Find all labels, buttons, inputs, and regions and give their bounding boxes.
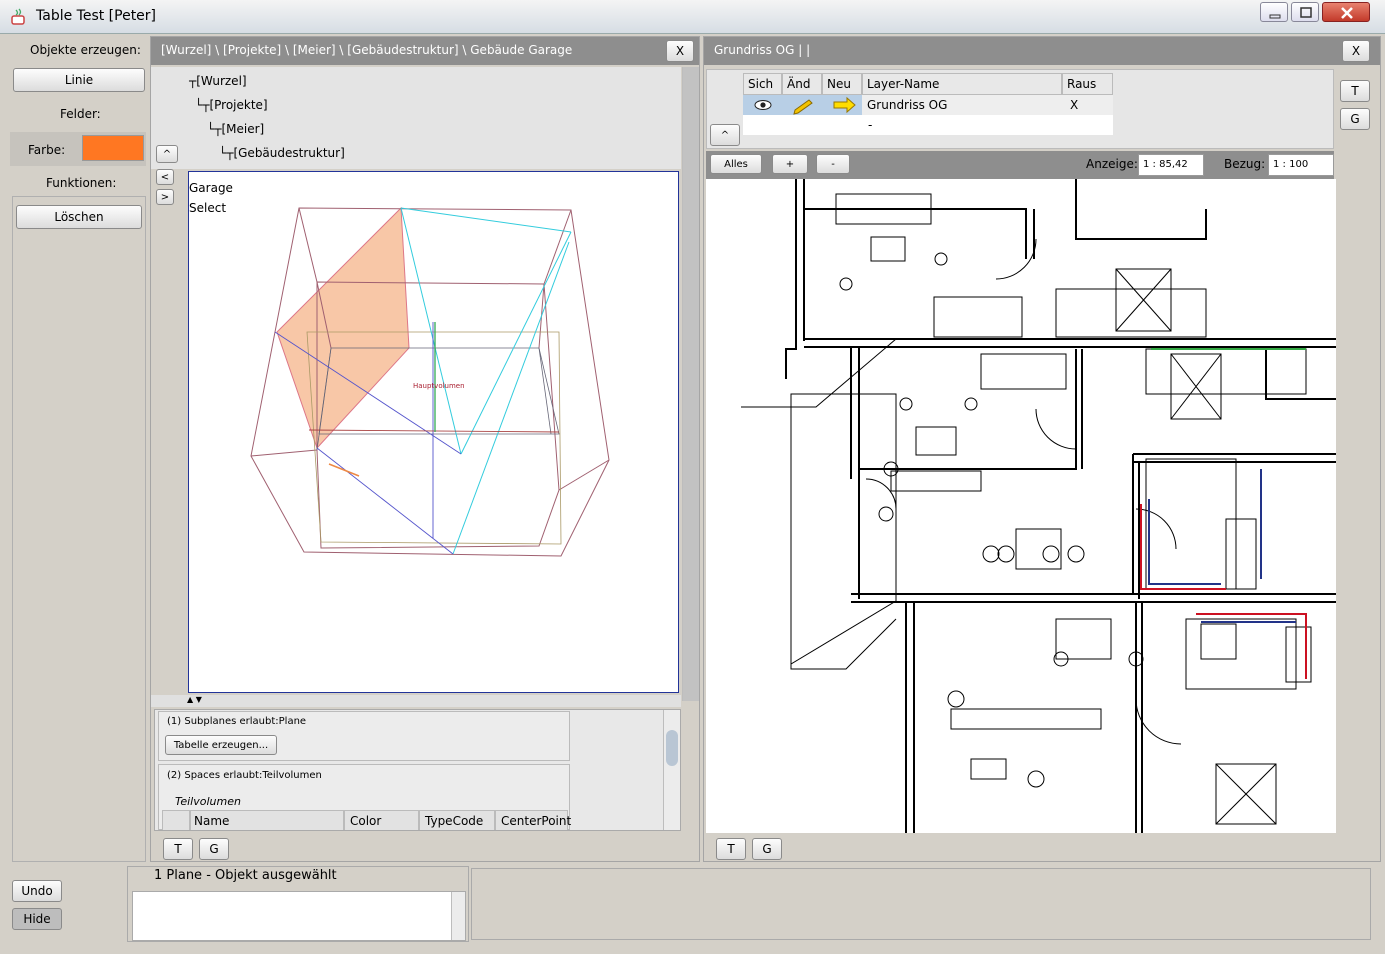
layer-table: Sich Änd Neu Layer-Name Raus Grundriss O… — [743, 73, 1113, 135]
eye-icon — [754, 100, 772, 110]
minimize-button[interactable] — [1260, 2, 1288, 22]
nav-right-button[interactable]: > — [156, 189, 174, 205]
wireframe-3d-model: Hauptvolumen — [250, 206, 610, 557]
center-close-button[interactable]: X — [666, 40, 694, 62]
layer-raus-cell[interactable] — [1062, 115, 1113, 135]
pencil-icon — [793, 99, 813, 115]
log-textarea[interactable] — [132, 891, 466, 941]
layer-raus-cell[interactable]: X — [1062, 95, 1113, 115]
create-table-button[interactable]: Tabelle erzeugen... — [165, 735, 277, 755]
zoom-out-button[interactable]: - — [816, 154, 850, 174]
right-close-button[interactable]: X — [1342, 40, 1370, 62]
java-icon — [10, 8, 28, 26]
right-gutter — [1336, 179, 1380, 833]
floor-plan-drawing — [741, 179, 1336, 833]
color-swatch[interactable] — [82, 135, 144, 161]
zoom-toolbar: Alles + - Anzeige: 1 : 85,42 Bezug: 1 : … — [706, 151, 1334, 179]
section-spaces: (2) Spaces erlaubt:Teilvolumen Teilvolum… — [158, 764, 571, 830]
column-header-empty — [162, 810, 190, 830]
layer-col-aend[interactable]: Änd — [782, 73, 822, 95]
delete-button[interactable]: Löschen — [16, 205, 142, 229]
close-icon — [1341, 7, 1353, 19]
split-arrows-icon[interactable]: ▲ ▼ — [187, 695, 202, 704]
section2-title: (2) Spaces erlaubt:Teilvolumen — [167, 770, 322, 781]
sections-scroll-thumb[interactable] — [666, 730, 678, 766]
tree-node-gebaeudestruktur[interactable]: └┬[Gebäudestruktur] — [219, 146, 345, 160]
center-t-button[interactable]: T — [163, 838, 193, 860]
tree-node-wurzel[interactable]: ┬[Wurzel] — [189, 74, 247, 88]
layer-name-cell[interactable]: - — [868, 115, 1068, 135]
column-header-centerpoint[interactable]: CenterPoint — [495, 810, 571, 830]
layer-col-neu[interactable]: Neu — [822, 73, 862, 95]
status-right-area — [471, 868, 1371, 940]
layer-row[interactable]: Grundriss OG X — [743, 95, 1113, 115]
layer-name-cell[interactable]: Grundriss OG — [862, 95, 1062, 115]
color-label: Farbe: — [28, 143, 66, 157]
display-scale-field[interactable]: 1 : 85,42 — [1138, 154, 1204, 176]
functions-label: Funktionen: — [46, 176, 117, 190]
log-scrollbar[interactable] — [451, 892, 465, 940]
view-3d[interactable]: Garage Select Hauptvolumen — [188, 171, 679, 693]
layer-row[interactable]: - — [743, 115, 1113, 135]
display-label: Anzeige: — [1086, 157, 1138, 171]
table-header: Name Color TypeCode CenterPoint — [162, 810, 571, 830]
layer-col-raus[interactable]: Raus — [1062, 73, 1113, 95]
close-window-button[interactable] — [1322, 2, 1370, 22]
nav-up-button[interactable]: ^ — [156, 145, 178, 163]
undo-button[interactable]: Undo — [12, 880, 62, 902]
title-bar: Table Test [Peter] — [0, 0, 1385, 34]
hide-button[interactable]: Hide — [12, 908, 62, 930]
right-panel-title: Grundriss OG | | — [704, 37, 1380, 65]
sidebar-inner-column — [12, 196, 146, 862]
right-t-button[interactable]: T — [716, 838, 746, 860]
tree-node-projekte[interactable]: └┬[Projekte] — [195, 98, 268, 112]
window-title: Table Test [Peter] — [36, 8, 157, 24]
column-header-color[interactable]: Color — [344, 810, 419, 830]
nav-left-button[interactable]: < — [156, 169, 174, 185]
right-panel: Grundriss OG | | X Sich Änd Neu Layer-Na… — [703, 36, 1381, 862]
breadcrumb: [Wurzel] \ [Projekte] \ [Meier] \ [Gebäu… — [151, 37, 699, 65]
center-panel: [Wurzel] \ [Projekte] \ [Meier] \ [Gebäu… — [150, 36, 700, 862]
ref-scale-field[interactable]: 1 : 100 — [1268, 154, 1334, 176]
layer-col-sich[interactable]: Sich — [743, 73, 782, 95]
section-subplanes: (1) Subplanes erlaubt:Plane Tabelle erze… — [158, 711, 570, 761]
status-area: 1 Plane - Objekt ausgewählt — [127, 866, 469, 942]
fields-label: Felder: — [60, 107, 101, 121]
linie-button[interactable]: Linie — [13, 68, 145, 92]
sections-scrollbar[interactable] — [663, 710, 680, 830]
layer-col-name[interactable]: Layer-Name — [862, 73, 1062, 95]
volume-annotation: Hauptvolumen — [413, 382, 465, 390]
minimize-icon — [1269, 14, 1281, 19]
column-header-name[interactable]: Name — [190, 810, 344, 830]
ref-label: Bezug: — [1224, 157, 1266, 171]
section2-subtitle: Teilvolumen — [175, 795, 241, 808]
column-header-typecode[interactable]: TypeCode — [419, 810, 495, 830]
show-all-button[interactable]: Alles — [710, 154, 762, 174]
layer-up-button[interactable]: ^ — [710, 124, 740, 146]
layer-table-area: Sich Änd Neu Layer-Name Raus Grundriss O… — [706, 69, 1334, 149]
tree-node-meier[interactable]: └┬[Meier] — [207, 122, 264, 136]
zoom-in-button[interactable]: + — [772, 154, 808, 174]
center-panel-scrollbar[interactable] — [682, 67, 699, 701]
create-label: Objekte erzeugen: — [30, 43, 141, 57]
visible-icon[interactable] — [743, 95, 862, 115]
floor-plan-view[interactable] — [706, 179, 1336, 833]
split-divider[interactable]: ▲ ▼ — [151, 695, 681, 707]
sections-area: (1) Subplanes erlaubt:Plane Tabelle erze… — [154, 709, 681, 831]
side-t-button[interactable]: T — [1340, 80, 1370, 102]
section1-title: (1) Subplanes erlaubt:Plane — [167, 716, 307, 727]
maximize-icon — [1300, 7, 1312, 18]
status-message: 1 Plane - Objekt ausgewählt — [154, 868, 337, 883]
maximize-button[interactable] — [1291, 2, 1319, 22]
center-g-button[interactable]: G — [199, 838, 229, 860]
arrow-right-icon — [833, 96, 856, 114]
left-sidebar: Objekte erzeugen: Linie Felder: Farbe: F… — [8, 36, 148, 862]
side-g-button[interactable]: G — [1340, 108, 1370, 130]
right-g-button[interactable]: G — [752, 838, 782, 860]
